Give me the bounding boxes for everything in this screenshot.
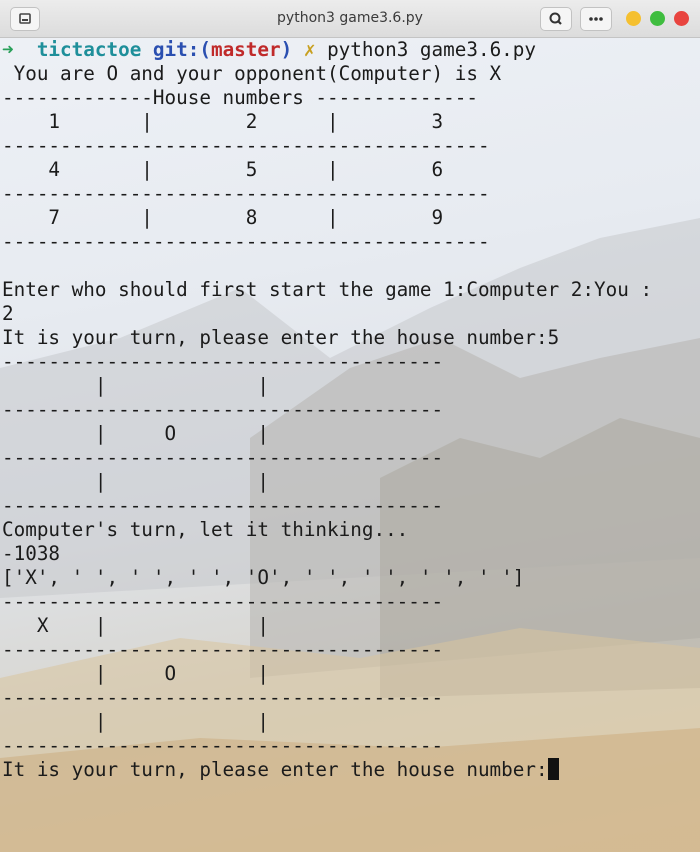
terminal-output: ➜ tictactoe git:(master) ✗ python3 game3… [2, 38, 652, 782]
input-line[interactable]: It is your turn, please enter the house … [2, 758, 559, 781]
output-line: -1038 [2, 542, 61, 565]
maximize-button[interactable] [650, 11, 665, 26]
prompt-arrow-icon: ➜ [2, 38, 14, 61]
prompt-command: python3 game3.6.py [327, 38, 537, 61]
output-line: You are O and your opponent(Computer) is… [2, 62, 502, 85]
output-line: | O | [2, 662, 269, 685]
output-line: | O | [2, 422, 269, 445]
close-button[interactable] [674, 11, 689, 26]
output-line: Enter who should first start the game 1:… [2, 278, 653, 301]
prompt-dirty-icon: ✗ [303, 38, 316, 61]
output-line: | | [2, 374, 269, 397]
prompt-git-label: git:( [152, 38, 211, 61]
output-line: ['X', ' ', ' ', ' ', 'O', ' ', ' ', ' ',… [2, 566, 525, 589]
text-cursor [547, 758, 559, 780]
output-line: ----------------------------------------… [2, 230, 490, 253]
output-line: | | [2, 710, 269, 733]
menu-dots-icon [589, 17, 603, 21]
output-line: Computer's turn, let it thinking... [2, 518, 409, 541]
output-line: | | [2, 470, 269, 493]
output-line: -------------------------------------- [2, 734, 444, 757]
prompt-branch: master [210, 38, 281, 61]
output-line: -------------------------------------- [2, 398, 444, 421]
output-line: -------------------------------------- [2, 494, 444, 517]
terminal-body[interactable]: ➜ tictactoe git:(master) ✗ python3 game3… [0, 38, 700, 852]
output-line: -------------------------------------- [2, 446, 444, 469]
prompt-directory: tictactoe [36, 38, 142, 61]
output-line: -------------------------------------- [2, 350, 444, 373]
output-line: 4 | 5 | 6 [2, 158, 444, 181]
search-icon [549, 12, 562, 25]
prompt-line: ➜ tictactoe git:(master) ✗ python3 game3… [2, 38, 536, 61]
output-line: -------------------------------------- [2, 638, 444, 661]
menu-button[interactable] [580, 7, 612, 31]
output-line: -------------------------------------- [2, 590, 444, 613]
output-line: X | | [2, 614, 269, 637]
output-line: ----------------------------------------… [2, 134, 490, 157]
output-line: -------------------------------------- [2, 686, 444, 709]
terminal-window: python3 game3.6.py ➜ tictactoe git:(mast… [0, 0, 700, 852]
output-line: -------------House numbers -------------… [2, 86, 478, 109]
output-line: ----------------------------------------… [2, 182, 490, 205]
search-button[interactable] [540, 7, 572, 31]
input-prompt: It is your turn, please enter the house … [2, 758, 548, 781]
output-line: 2 [2, 302, 14, 325]
prompt-git-close: ) [280, 38, 293, 61]
output-line: It is your turn, please enter the house … [2, 326, 560, 349]
title-bar: python3 game3.6.py [0, 0, 700, 38]
output-line: 1 | 2 | 3 [2, 110, 444, 133]
output-line: 7 | 8 | 9 [2, 206, 444, 229]
minimize-button[interactable] [626, 11, 641, 26]
